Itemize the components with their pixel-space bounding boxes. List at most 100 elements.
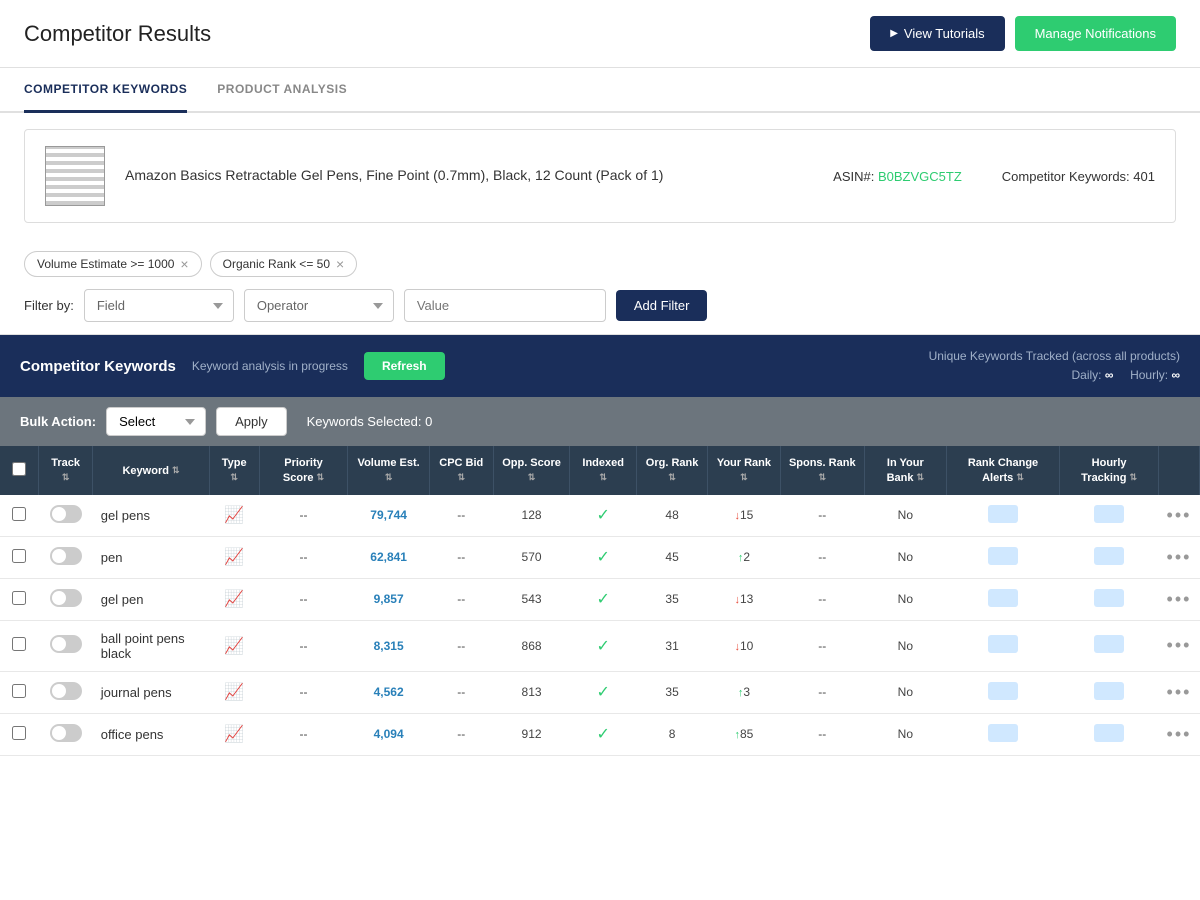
row-checkbox-cell[interactable] xyxy=(0,536,39,578)
tab-competitor-keywords[interactable]: COMPETITOR KEYWORDS xyxy=(24,68,187,113)
rank-change-toggle-0[interactable] xyxy=(988,505,1018,523)
row-checkbox-cell[interactable] xyxy=(0,495,39,537)
row-volume-1[interactable]: 62,841 xyxy=(348,536,429,578)
track-toggle-1[interactable] xyxy=(50,547,82,565)
row-volume-0[interactable]: 79,744 xyxy=(348,495,429,537)
add-filter-button[interactable]: Add Filter xyxy=(616,290,708,321)
track-toggle-0[interactable] xyxy=(50,505,82,523)
row-track-0[interactable] xyxy=(39,495,93,537)
row-rank-change-4[interactable] xyxy=(946,671,1059,713)
more-menu-4[interactable]: ••• xyxy=(1167,682,1192,702)
more-menu-5[interactable]: ••• xyxy=(1167,724,1192,744)
more-menu-2[interactable]: ••• xyxy=(1167,589,1192,609)
rank-change-toggle-5[interactable] xyxy=(988,724,1018,742)
more-menu-0[interactable]: ••• xyxy=(1167,505,1192,525)
row-checkbox-4[interactable] xyxy=(12,684,26,698)
table-scroll-area[interactable]: Track ⇅ Keyword ⇅ Type ⇅ Priority Score … xyxy=(0,446,1200,756)
row-checkbox-cell[interactable] xyxy=(0,578,39,620)
volume-link-2[interactable]: 9,857 xyxy=(374,592,404,606)
row-hourly-0[interactable] xyxy=(1060,495,1159,537)
row-hourly-3[interactable] xyxy=(1060,620,1159,671)
row-hourly-2[interactable] xyxy=(1060,578,1159,620)
row-track-4[interactable] xyxy=(39,671,93,713)
remove-filter-0[interactable]: × xyxy=(180,257,188,271)
manage-notifications-button[interactable]: Manage Notifications xyxy=(1015,16,1176,51)
hourly-toggle-3[interactable] xyxy=(1094,635,1124,653)
remove-filter-1[interactable]: × xyxy=(336,257,344,271)
th-volume-est[interactable]: Volume Est. ⇅ xyxy=(348,446,429,495)
filter-field-select[interactable]: Field xyxy=(84,289,234,322)
row-checkbox-1[interactable] xyxy=(12,549,26,563)
row-checkbox-3[interactable] xyxy=(12,637,26,651)
row-hourly-1[interactable] xyxy=(1060,536,1159,578)
th-keyword[interactable]: Keyword ⇅ xyxy=(93,446,209,495)
hourly-toggle-4[interactable] xyxy=(1094,682,1124,700)
track-toggle-5[interactable] xyxy=(50,724,82,742)
volume-link-0[interactable]: 79,744 xyxy=(370,508,407,522)
th-priority-score[interactable]: Priority Score ⇅ xyxy=(259,446,348,495)
row-rank-change-2[interactable] xyxy=(946,578,1059,620)
th-indexed[interactable]: Indexed ⇅ xyxy=(570,446,637,495)
row-checkbox-2[interactable] xyxy=(12,591,26,605)
asin-link[interactable]: B0BZVGC5TZ xyxy=(878,169,962,184)
th-cpc-bid[interactable]: CPC Bid ⇅ xyxy=(429,446,493,495)
th-checkbox[interactable] xyxy=(0,446,39,495)
row-more-1[interactable]: ••• xyxy=(1158,536,1199,578)
th-type[interactable]: Type ⇅ xyxy=(209,446,259,495)
row-volume-5[interactable]: 4,094 xyxy=(348,713,429,755)
th-org-rank[interactable]: Org. Rank ⇅ xyxy=(636,446,707,495)
th-in-your-bank[interactable]: In Your Bank ⇅ xyxy=(864,446,946,495)
row-checkbox-0[interactable] xyxy=(12,507,26,521)
more-menu-1[interactable]: ••• xyxy=(1167,547,1192,567)
filter-operator-select[interactable]: Operator xyxy=(244,289,394,322)
bulk-select[interactable]: Select xyxy=(106,407,206,436)
row-rank-change-0[interactable] xyxy=(946,495,1059,537)
row-more-2[interactable]: ••• xyxy=(1158,578,1199,620)
refresh-button[interactable]: Refresh xyxy=(364,352,445,380)
apply-button[interactable]: Apply xyxy=(216,407,287,436)
volume-link-3[interactable]: 8,315 xyxy=(374,639,404,653)
track-toggle-2[interactable] xyxy=(50,589,82,607)
th-rank-change-alerts[interactable]: Rank Change Alerts ⇅ xyxy=(946,446,1059,495)
row-rank-change-3[interactable] xyxy=(946,620,1059,671)
select-all-checkbox[interactable] xyxy=(12,462,26,476)
row-more-0[interactable]: ••• xyxy=(1158,495,1199,537)
volume-link-5[interactable]: 4,094 xyxy=(374,727,404,741)
hourly-toggle-2[interactable] xyxy=(1094,589,1124,607)
row-more-5[interactable]: ••• xyxy=(1158,713,1199,755)
tab-product-analysis[interactable]: PRODUCT ANALYSIS xyxy=(217,68,347,113)
row-checkbox-cell[interactable] xyxy=(0,620,39,671)
row-track-5[interactable] xyxy=(39,713,93,755)
th-opp-score[interactable]: Opp. Score ⇅ xyxy=(493,446,570,495)
volume-link-1[interactable]: 62,841 xyxy=(370,550,407,564)
th-your-rank[interactable]: Your Rank ⇅ xyxy=(708,446,780,495)
row-checkbox-5[interactable] xyxy=(12,726,26,740)
row-checkbox-cell[interactable] xyxy=(0,713,39,755)
track-toggle-4[interactable] xyxy=(50,682,82,700)
th-hourly-tracking[interactable]: Hourly Tracking ⇅ xyxy=(1060,446,1159,495)
row-volume-3[interactable]: 8,315 xyxy=(348,620,429,671)
track-toggle-3[interactable] xyxy=(50,635,82,653)
th-track[interactable]: Track ⇅ xyxy=(39,446,93,495)
row-volume-4[interactable]: 4,562 xyxy=(348,671,429,713)
rank-change-toggle-4[interactable] xyxy=(988,682,1018,700)
rank-change-toggle-3[interactable] xyxy=(988,635,1018,653)
row-checkbox-cell[interactable] xyxy=(0,671,39,713)
rank-change-toggle-2[interactable] xyxy=(988,589,1018,607)
volume-link-4[interactable]: 4,562 xyxy=(374,685,404,699)
row-rank-change-5[interactable] xyxy=(946,713,1059,755)
filter-value-input[interactable] xyxy=(404,289,606,322)
hourly-toggle-0[interactable] xyxy=(1094,505,1124,523)
hourly-toggle-5[interactable] xyxy=(1094,724,1124,742)
row-track-1[interactable] xyxy=(39,536,93,578)
th-spons-rank[interactable]: Spons. Rank ⇅ xyxy=(780,446,864,495)
row-track-2[interactable] xyxy=(39,578,93,620)
row-volume-2[interactable]: 9,857 xyxy=(348,578,429,620)
row-more-3[interactable]: ••• xyxy=(1158,620,1199,671)
view-tutorials-button[interactable]: View Tutorials xyxy=(870,16,1004,51)
row-hourly-4[interactable] xyxy=(1060,671,1159,713)
rank-change-toggle-1[interactable] xyxy=(988,547,1018,565)
hourly-toggle-1[interactable] xyxy=(1094,547,1124,565)
more-menu-3[interactable]: ••• xyxy=(1167,635,1192,655)
row-hourly-5[interactable] xyxy=(1060,713,1159,755)
